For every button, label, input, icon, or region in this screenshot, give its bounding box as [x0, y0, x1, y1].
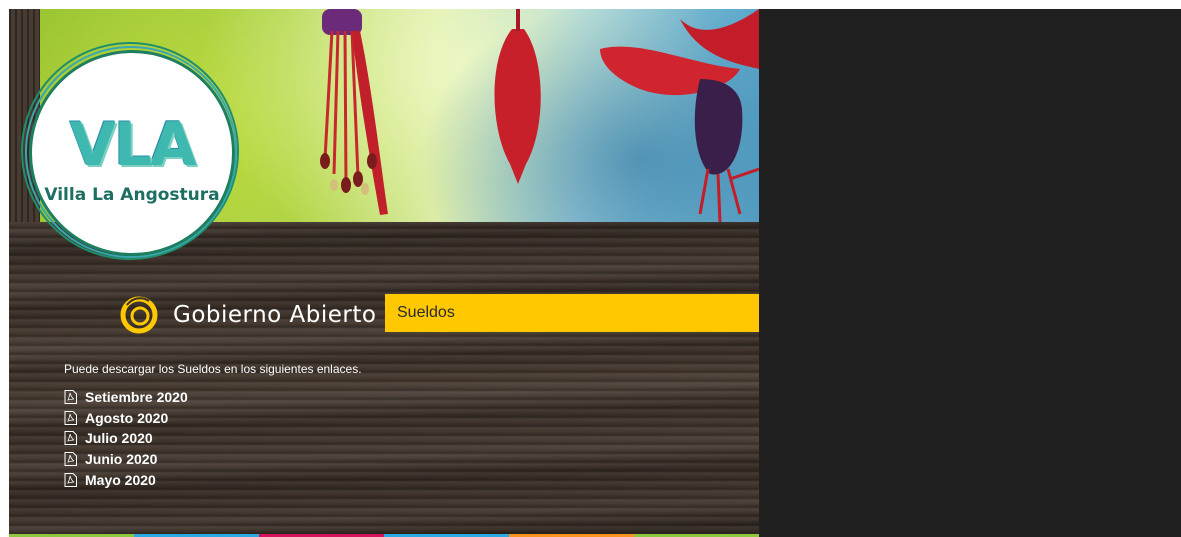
download-list: Setiembre 2020 Agosto 2020 Julio 2020 Ju…	[64, 387, 188, 490]
download-link-agosto-2020[interactable]: Agosto 2020	[85, 410, 168, 426]
pdf-file-icon	[64, 452, 77, 467]
download-link-julio-2020[interactable]: Julio 2020	[85, 430, 153, 446]
section-bar-label: Sueldos	[397, 304, 455, 321]
list-item: Agosto 2020	[64, 408, 188, 429]
list-item: Junio 2020	[64, 449, 188, 470]
site-logo[interactable]: VLA Villa La Angostura	[29, 50, 235, 256]
logo-text: Villa La Angostura	[44, 185, 220, 205]
intro-text: Puede descargar los Sueldos en los sigui…	[64, 362, 362, 376]
section-title: Gobierno Abierto	[173, 302, 377, 328]
page-container: VLA Villa La Angostura Gobierno Abierto …	[9, 9, 759, 537]
ring-logo-icon	[120, 296, 158, 334]
list-item: Setiembre 2020	[64, 387, 188, 408]
pdf-file-icon	[64, 431, 77, 446]
list-item: Mayo 2020	[64, 469, 188, 490]
list-item: Julio 2020	[64, 428, 188, 449]
download-link-mayo-2020[interactable]: Mayo 2020	[85, 472, 156, 488]
section-bar: Sueldos	[385, 294, 759, 332]
download-link-setiembre-2020[interactable]: Setiembre 2020	[85, 389, 188, 405]
pdf-file-icon	[64, 472, 77, 487]
logo-mark: VLA	[69, 110, 196, 180]
pdf-file-icon	[64, 410, 77, 425]
side-panel	[759, 9, 1181, 537]
gobierno-abierto-header: Gobierno Abierto	[119, 296, 377, 334]
pdf-file-icon	[64, 390, 77, 405]
download-link-junio-2020[interactable]: Junio 2020	[85, 451, 157, 467]
